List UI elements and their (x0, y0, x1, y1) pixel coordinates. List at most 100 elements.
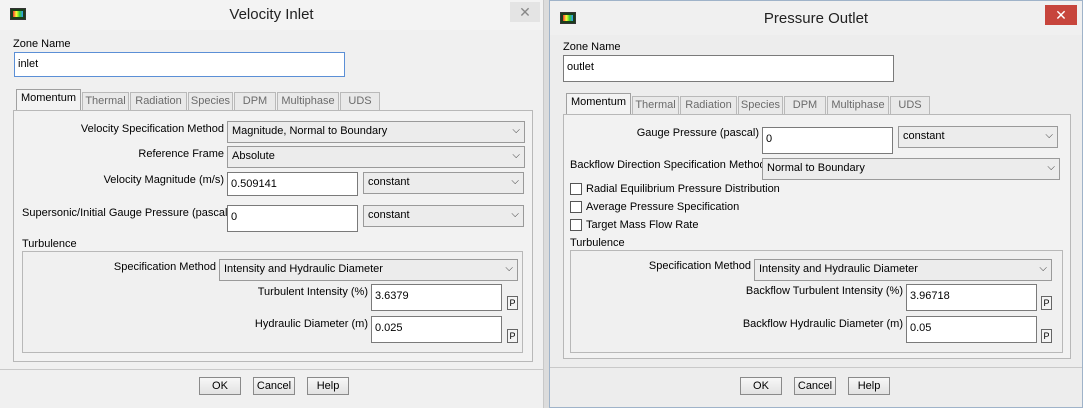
backflow-diameter-input[interactable]: 0.05 (906, 316, 1037, 343)
zone-name-input[interactable]: inlet (14, 52, 345, 77)
tab-uds[interactable]: UDS (340, 92, 380, 110)
tab-bar: Momentum Thermal Radiation Species DPM M… (16, 89, 386, 111)
tab-multiphase[interactable]: Multiphase (827, 96, 889, 114)
dialog-title: Velocity Inlet (229, 6, 314, 23)
target-mass-flow-label: Target Mass Flow Rate (586, 219, 699, 231)
tab-dpm[interactable]: DPM (234, 92, 276, 110)
hydraulic-diameter-input[interactable]: 0.025 (371, 316, 502, 343)
cancel-button[interactable]: Cancel (253, 377, 295, 395)
tab-thermal[interactable]: Thermal (82, 92, 129, 110)
spec-method-select[interactable]: Intensity and Hydraulic Diameter ⌵ (754, 259, 1052, 281)
velocity-magnitude-profile-select[interactable]: constant ⌵ (363, 172, 524, 194)
turbulent-intensity-input[interactable]: 3.6379 (371, 284, 502, 311)
gauge-pressure-value: 0 (231, 211, 238, 223)
tab-uds[interactable]: UDS (890, 96, 930, 114)
gauge-pressure-input[interactable]: 0 (227, 205, 358, 232)
chevron-down-icon: ⌵ (512, 125, 520, 136)
tab-momentum[interactable]: Momentum (566, 93, 631, 115)
chevron-down-icon: ⌵ (511, 176, 519, 187)
chevron-down-icon: ⌵ (1047, 162, 1055, 173)
tab-dpm[interactable]: DPM (784, 96, 826, 114)
spec-method-value: Intensity and Hydraulic Diameter (759, 263, 918, 275)
turbulent-intensity-label: Turbulent Intensity (%) (257, 286, 368, 298)
hydraulic-diameter-p-button[interactable]: P (507, 329, 518, 343)
backflow-intensity-p-button[interactable]: P (1041, 296, 1052, 310)
tab-bar: Momentum Thermal Radiation Species DPM M… (566, 93, 936, 115)
gauge-pressure-profile-select[interactable]: constant ⌵ (363, 205, 524, 227)
tab-species[interactable]: Species (188, 92, 233, 110)
turbulence-label: Turbulence (570, 237, 625, 249)
ok-button[interactable]: OK (740, 377, 782, 395)
chevron-down-icon: ⌵ (511, 209, 519, 220)
backflow-direction-label: Backflow Direction Specification Method (570, 159, 766, 171)
velocity-spec-value: Magnitude, Normal to Boundary (232, 125, 388, 137)
velocity-inlet-dialog: Velocity Inlet ✕ Zone Name inlet Momentu… (0, 0, 544, 408)
velocity-spec-label: Velocity Specification Method (80, 123, 224, 135)
gauge-pressure-label: Gauge Pressure (pascal) (636, 127, 759, 139)
title-bar[interactable]: Pressure Outlet ✕ (550, 1, 1082, 35)
gauge-pressure-input[interactable]: 0 (762, 127, 893, 154)
tab-momentum[interactable]: Momentum (16, 89, 81, 111)
average-pressure-checkbox[interactable] (570, 201, 582, 213)
spec-method-select[interactable]: Intensity and Hydraulic Diameter ⌵ (219, 259, 518, 281)
backflow-diameter-value: 0.05 (910, 322, 932, 334)
tab-radiation[interactable]: Radiation (130, 92, 187, 110)
backflow-diameter-p-button[interactable]: P (1041, 329, 1052, 343)
help-button[interactable]: Help (307, 377, 349, 395)
close-button[interactable]: ✕ (510, 2, 540, 22)
spec-method-value: Intensity and Hydraulic Diameter (224, 263, 383, 275)
target-mass-flow-checkbox[interactable] (570, 219, 582, 231)
gauge-pressure-profile-select[interactable]: constant ⌵ (898, 126, 1058, 148)
divider (550, 367, 1082, 368)
tab-thermal[interactable]: Thermal (632, 96, 679, 114)
backflow-intensity-value: 3.96718 (910, 290, 950, 302)
reference-frame-select[interactable]: Absolute ⌵ (227, 146, 525, 168)
reference-frame-value: Absolute (232, 150, 275, 162)
gauge-pressure-profile-value: constant (903, 130, 945, 142)
cancel-button[interactable]: Cancel (794, 377, 836, 395)
turbulence-label: Turbulence (22, 238, 77, 250)
velocity-spec-select[interactable]: Magnitude, Normal to Boundary ⌵ (227, 121, 525, 143)
divider (0, 369, 543, 370)
hydraulic-diameter-value: 0.025 (375, 322, 403, 334)
zone-name-label: Zone Name (563, 41, 621, 53)
average-pressure-label: Average Pressure Specification (586, 201, 740, 213)
tab-multiphase[interactable]: Multiphase (277, 92, 339, 110)
spec-method-label: Specification Method (648, 260, 751, 272)
zone-name-value: outlet (567, 61, 594, 73)
gauge-pressure-profile-value: constant (368, 209, 410, 221)
dialog-title: Pressure Outlet (763, 10, 869, 27)
chevron-down-icon: ⌵ (1039, 263, 1047, 274)
pressure-outlet-dialog: Pressure Outlet ✕ Zone Name outlet Momen… (549, 0, 1083, 408)
zone-name-label: Zone Name (13, 38, 71, 50)
tab-species[interactable]: Species (738, 96, 783, 114)
turbulent-intensity-p-button[interactable]: P (507, 296, 518, 310)
backflow-direction-value: Normal to Boundary (767, 162, 865, 174)
chevron-down-icon: ⌵ (1045, 130, 1053, 141)
chevron-down-icon: ⌵ (512, 150, 520, 161)
help-button[interactable]: Help (848, 377, 890, 395)
spec-method-label: Specification Method (113, 261, 216, 273)
velocity-magnitude-input[interactable]: 0.509141 (227, 172, 358, 196)
hydraulic-diameter-label: Hydraulic Diameter (m) (254, 318, 368, 330)
gauge-pressure-value: 0 (766, 133, 773, 145)
zone-name-input[interactable]: outlet (563, 55, 894, 82)
backflow-intensity-label: Backflow Turbulent Intensity (%) (745, 285, 903, 297)
tab-radiation[interactable]: Radiation (680, 96, 737, 114)
radial-equilibrium-checkbox[interactable] (570, 183, 582, 195)
backflow-direction-select[interactable]: Normal to Boundary ⌵ (762, 158, 1060, 180)
backflow-intensity-input[interactable]: 3.96718 (906, 284, 1037, 311)
title-bar[interactable]: Velocity Inlet ✕ (0, 0, 543, 30)
velocity-magnitude-value: 0.509141 (231, 178, 277, 190)
close-button[interactable]: ✕ (1045, 5, 1077, 25)
velocity-magnitude-label: Velocity Magnitude (m/s) (103, 174, 224, 186)
turbulent-intensity-value: 3.6379 (375, 290, 409, 302)
chevron-down-icon: ⌵ (505, 263, 513, 274)
velocity-magnitude-profile-value: constant (368, 176, 410, 188)
radial-equilibrium-label: Radial Equilibrium Pressure Distribution (586, 183, 780, 195)
reference-frame-label: Reference Frame (138, 148, 224, 160)
gauge-pressure-label: Supersonic/Initial Gauge Pressure (pasca… (22, 207, 232, 219)
zone-name-value: inlet (18, 58, 39, 70)
backflow-diameter-label: Backflow Hydraulic Diameter (m) (742, 318, 903, 330)
ok-button[interactable]: OK (199, 377, 241, 395)
